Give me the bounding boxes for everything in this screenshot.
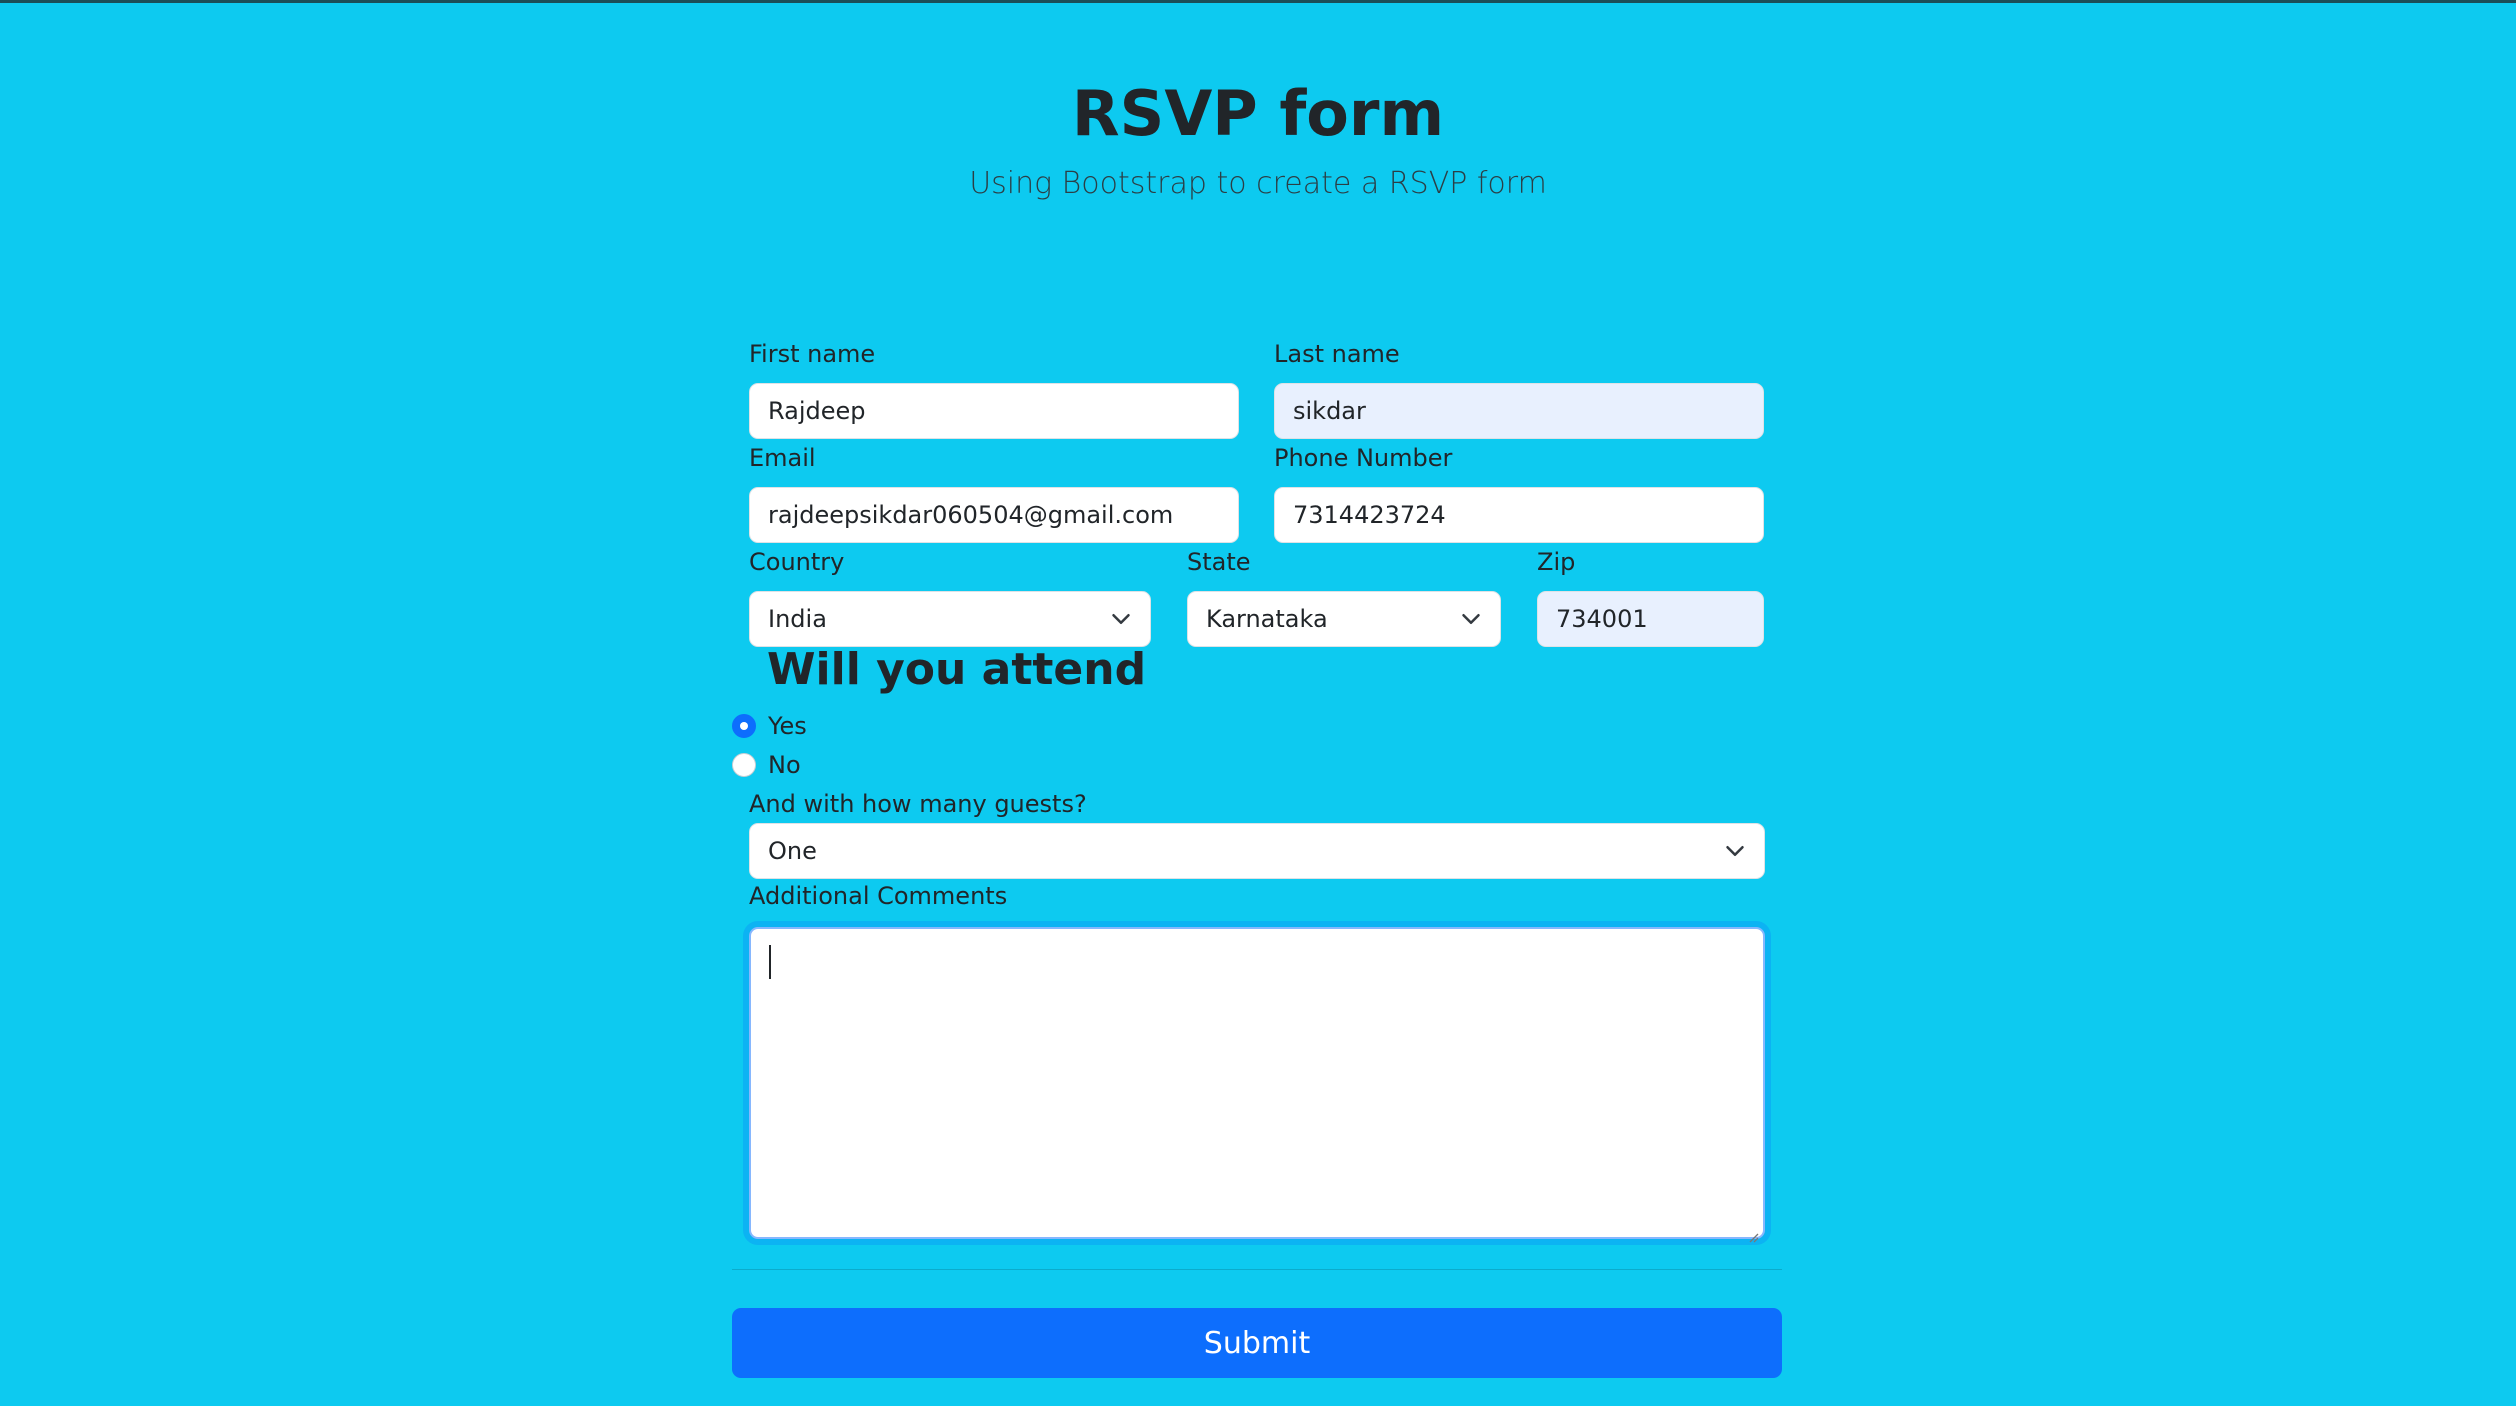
country-select[interactable]: India bbox=[749, 591, 1151, 647]
submit-button[interactable]: Submit bbox=[732, 1308, 1782, 1378]
chevron-down-icon bbox=[1460, 608, 1482, 630]
zip-value: 734001 bbox=[1556, 605, 1648, 633]
phone-input[interactable]: 7314423724 bbox=[1274, 487, 1764, 543]
text-cursor bbox=[769, 945, 771, 979]
last-name-input[interactable]: sikdar bbox=[1274, 383, 1764, 439]
radio-yes[interactable] bbox=[732, 714, 756, 738]
country-value: India bbox=[768, 605, 827, 633]
attend-option-yes[interactable]: Yes bbox=[732, 712, 807, 740]
last-name-label: Last name bbox=[1274, 340, 1400, 368]
page-title: RSVP form bbox=[1071, 77, 1445, 150]
phone-value: 7314423724 bbox=[1293, 501, 1446, 529]
radio-yes-label: Yes bbox=[768, 712, 807, 740]
attend-heading: Will you attend bbox=[767, 644, 1147, 695]
state-label: State bbox=[1187, 548, 1251, 576]
first-name-label: First name bbox=[749, 340, 876, 368]
zip-label: Zip bbox=[1537, 548, 1576, 576]
country-label: Country bbox=[749, 548, 845, 576]
state-value: Karnataka bbox=[1206, 605, 1328, 633]
attend-option-no[interactable]: No bbox=[732, 751, 801, 779]
email-value: rajdeepsikdar060504@gmail.com bbox=[768, 501, 1174, 529]
first-name-input[interactable]: Rajdeep bbox=[749, 383, 1239, 439]
rsvp-form: First name Rajdeep Last name sikdar Emai… bbox=[732, 330, 1782, 1390]
comments-textarea[interactable] bbox=[749, 927, 1765, 1243]
radio-no[interactable] bbox=[732, 753, 756, 777]
email-label: Email bbox=[749, 444, 816, 472]
guests-value: One bbox=[768, 837, 817, 865]
email-input[interactable]: rajdeepsikdar060504@gmail.com bbox=[749, 487, 1239, 543]
zip-input[interactable]: 734001 bbox=[1537, 591, 1764, 647]
last-name-value: sikdar bbox=[1293, 397, 1366, 425]
state-select[interactable]: Karnataka bbox=[1187, 591, 1501, 647]
chevron-down-icon bbox=[1110, 608, 1132, 630]
phone-label: Phone Number bbox=[1274, 444, 1453, 472]
guests-select[interactable]: One bbox=[749, 823, 1765, 879]
comments-label: Additional Comments bbox=[749, 882, 1008, 910]
radio-no-label: No bbox=[768, 751, 801, 779]
window-top-border bbox=[0, 0, 2516, 3]
guests-label: And with how many guests? bbox=[749, 790, 1087, 818]
chevron-down-icon bbox=[1724, 840, 1746, 862]
resize-handle-icon[interactable] bbox=[1747, 1221, 1759, 1243]
form-divider bbox=[732, 1269, 1782, 1270]
page-subtitle: Using Bootstrap to create a RSVP form bbox=[969, 166, 1547, 201]
first-name-value: Rajdeep bbox=[768, 397, 866, 425]
page-header: RSVP form Using Bootstrap to create a RS… bbox=[0, 70, 2516, 201]
